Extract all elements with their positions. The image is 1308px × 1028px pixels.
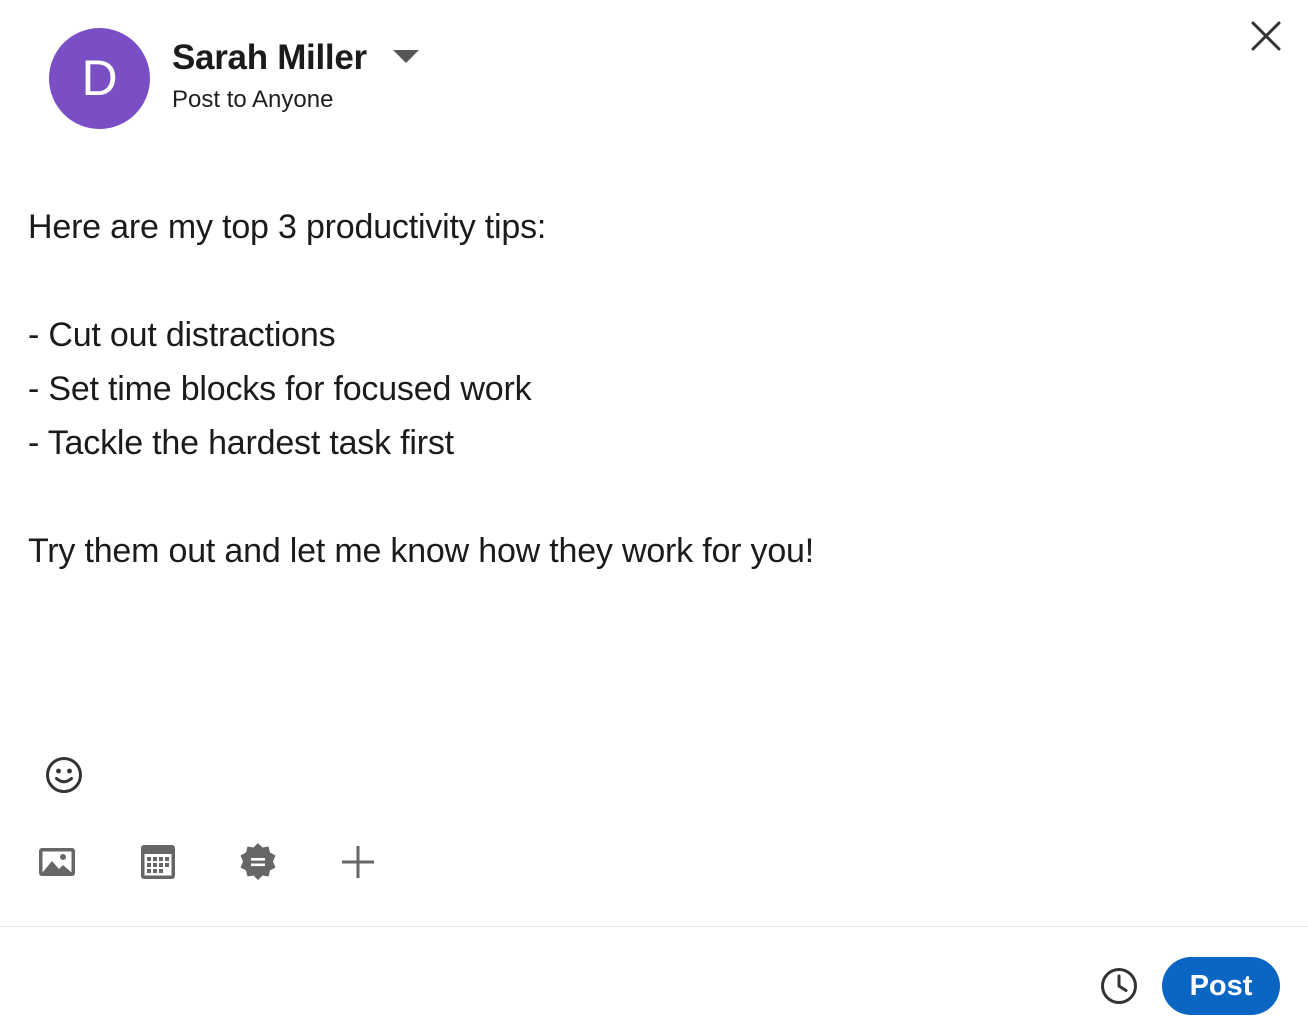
post-text-line: Try them out and let me know how they wo…	[28, 532, 814, 570]
close-button[interactable]	[1244, 16, 1286, 58]
author-selector[interactable]: Sarah Miller	[172, 38, 420, 78]
create-event-button[interactable]	[136, 840, 180, 884]
post-text-line	[28, 470, 1268, 524]
image-icon	[39, 848, 75, 876]
add-media-button[interactable]	[35, 840, 79, 884]
badge-icon	[240, 843, 276, 880]
avatar-initial: D	[81, 50, 118, 106]
close-icon	[1251, 21, 1281, 51]
caret-down-icon	[393, 49, 420, 63]
more-options-button[interactable]	[336, 840, 380, 884]
plus-icon	[342, 846, 374, 878]
footer-divider	[0, 926, 1308, 927]
emoji-button[interactable]	[43, 754, 85, 796]
post-composer-dialog: D Sarah Miller Post to Anyone Here are m…	[0, 0, 1308, 1028]
post-text-line: Here are my top 3 productivity tips:	[28, 208, 547, 246]
avatar: D	[49, 28, 150, 129]
post-text-line	[28, 254, 1268, 308]
post-text-line: - Cut out distractions	[28, 316, 336, 354]
calendar-icon	[141, 845, 175, 879]
post-text-editor[interactable]: Here are my top 3 productivity tips: - C…	[28, 200, 1268, 578]
emoji-smile-icon	[46, 757, 82, 793]
clock-icon	[1101, 968, 1137, 1004]
audience-selector[interactable]: Post to Anyone	[172, 86, 333, 114]
post-text-line: - Tackle the hardest task first	[28, 424, 454, 462]
author-name: Sarah Miller	[172, 38, 367, 77]
post-text-line: - Set time blocks for focused work	[28, 370, 532, 408]
post-button[interactable]: Post	[1162, 957, 1280, 1015]
schedule-post-button[interactable]	[1097, 964, 1141, 1008]
celebrate-badge-button[interactable]	[236, 840, 280, 884]
